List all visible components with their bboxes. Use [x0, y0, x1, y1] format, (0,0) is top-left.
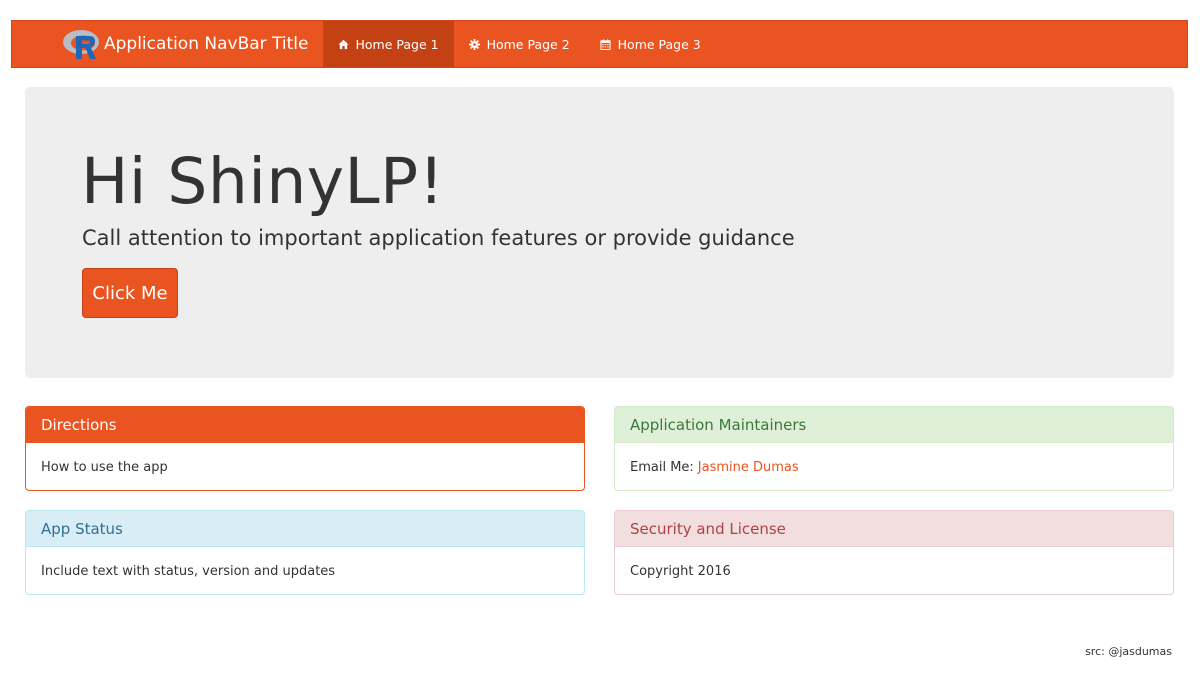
security-panel-heading: Security and License — [615, 511, 1173, 547]
security-panel-body: Copyright 2016 — [630, 563, 731, 579]
email-label: Email Me: — [630, 459, 694, 475]
nav-home-page-2-label: Home Page 2 — [486, 36, 570, 52]
nav-home-page-1-label: Home Page 1 — [355, 36, 439, 52]
nav-home-page-1[interactable]: Home Page 1 — [322, 21, 454, 67]
nav-home-page-3[interactable]: Home Page 3 — [585, 21, 716, 67]
app-status-panel: App Status Include text with status, ver… — [25, 510, 585, 595]
nav-home-page-3-label: Home Page 3 — [617, 36, 701, 52]
maintainer-email-link[interactable]: Jasmine Dumas — [698, 460, 799, 475]
maintainers-panel: Application Maintainers Email Me: Jasmin… — [614, 406, 1174, 491]
directions-panel-heading: Directions — [26, 407, 584, 443]
r-logo-icon — [62, 28, 100, 60]
maintainers-panel-body: Email Me: Jasmine Dumas — [615, 443, 1173, 490]
jumbotron: Hi ShinyLP! Call attention to important … — [25, 87, 1174, 378]
navbar: Application NavBar Title Home Page 1 Hom… — [11, 20, 1188, 68]
nav-home-page-2[interactable]: Home Page 2 — [454, 21, 585, 67]
home-icon — [338, 38, 350, 50]
maintainers-panel-heading: Application Maintainers — [615, 407, 1173, 443]
source-credit: src: @jasdumas — [1085, 645, 1172, 658]
click-me-button[interactable]: Click Me — [82, 268, 178, 318]
navbar-brand[interactable]: Application NavBar Title — [12, 21, 323, 67]
gear-icon — [469, 38, 481, 50]
app-status-panel-body: Include text with status, version and up… — [41, 563, 336, 579]
calendar-icon — [600, 38, 612, 50]
directions-panel: Directions How to use the app — [25, 406, 585, 491]
navbar-title: Application NavBar Title — [104, 34, 309, 54]
security-panel: Security and License Copyright 2016 — [614, 510, 1174, 595]
jumbotron-title: Hi ShinyLP! — [81, 145, 445, 218]
app-status-panel-heading: App Status — [26, 511, 584, 547]
directions-panel-body: How to use the app — [41, 459, 168, 475]
jumbotron-subtitle: Call attention to important application … — [82, 226, 795, 250]
